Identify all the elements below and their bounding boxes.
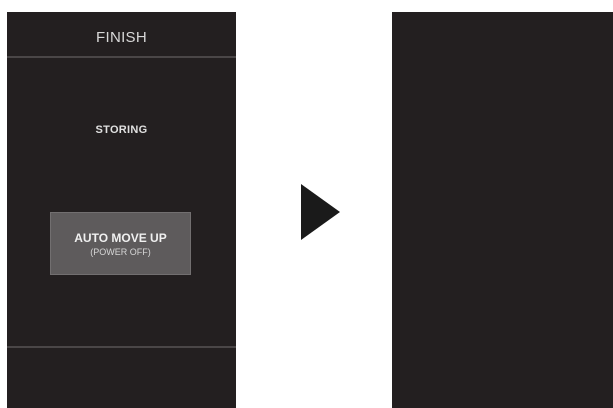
right-arrow-icon <box>301 184 340 240</box>
header-divider <box>7 56 236 58</box>
status-text: STORING <box>95 124 148 136</box>
auto-move-up-label: AUTO MOVE UP <box>74 230 167 245</box>
auto-move-up-sublabel: (POWER OFF) <box>90 246 151 257</box>
header-title: FINISH <box>96 29 147 46</box>
left-display-screen: FINISH STORING AUTO MOVE UP (POWER OFF) <box>7 12 236 408</box>
footer-divider <box>7 346 236 348</box>
auto-move-up-button[interactable]: AUTO MOVE UP (POWER OFF) <box>50 212 191 275</box>
right-display-screen-blank <box>392 12 613 408</box>
